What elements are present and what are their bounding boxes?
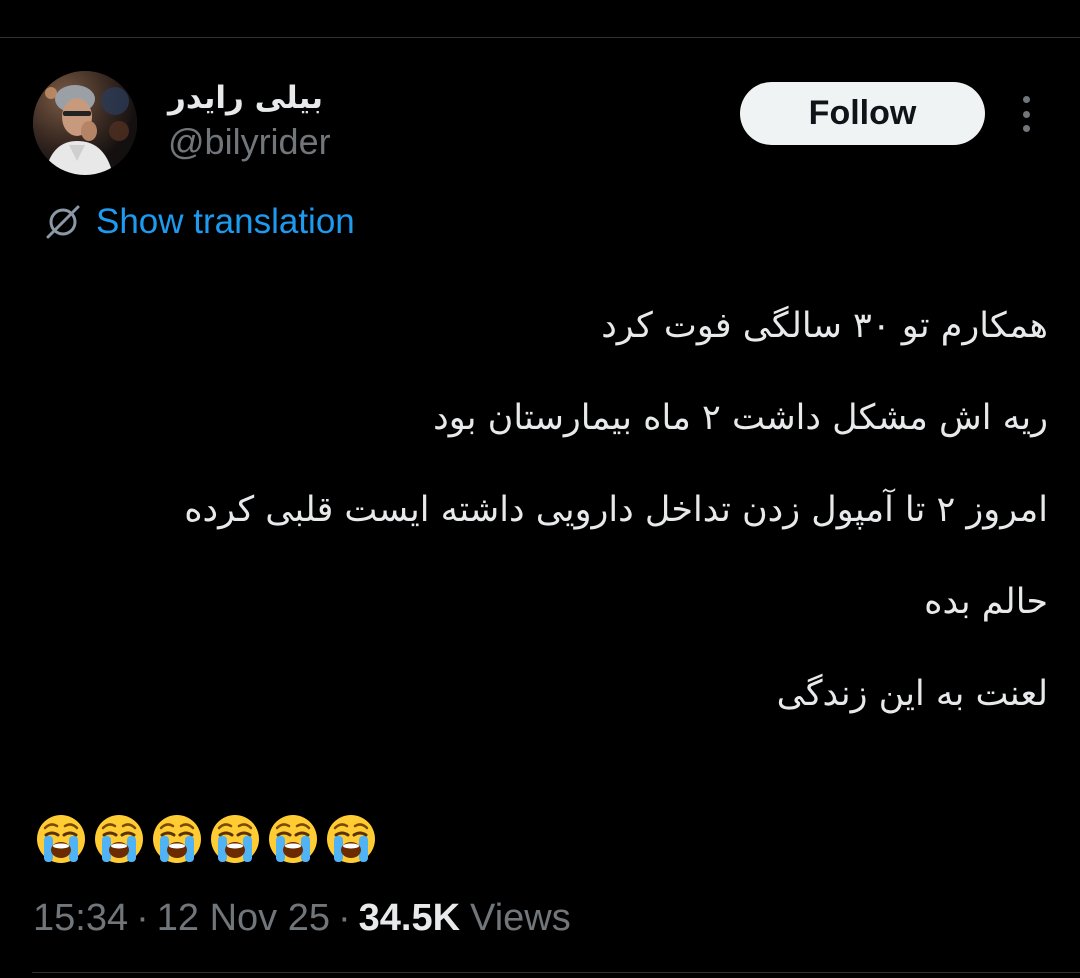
meta-separator: · (136, 896, 149, 939)
loudly-crying-face-icon (148, 808, 206, 870)
dot (1022, 110, 1030, 118)
loudly-crying-face-icon (322, 808, 380, 870)
follow-button[interactable]: Follow (740, 82, 985, 145)
more-vertical-icon[interactable] (1014, 96, 1038, 132)
meta-separator: · (337, 896, 351, 939)
avatar-photo (33, 71, 137, 175)
views-count[interactable]: 34.5K (359, 897, 460, 940)
tweet-text: همکارم تو ۳۰ سالگی فوت کرد ریه اش مشکل د… (90, 280, 1048, 740)
loudly-crying-face-icon (264, 808, 322, 870)
top-divider (0, 37, 1080, 38)
tweet-time[interactable]: 15:34 (33, 897, 128, 940)
tweet-line: همکارم تو ۳۰ سالگی فوت کرد (601, 306, 1048, 346)
show-translation-label[interactable]: Show translation (96, 202, 355, 242)
display-name[interactable]: بیلی رایدر (168, 78, 588, 118)
tweet-line: حالم بده (924, 582, 1048, 622)
show-translation-link[interactable]: Show translation (44, 200, 355, 244)
loudly-crying-face-icon (90, 808, 148, 870)
tweet-meta: 15:34 · 12 Nov 25 · 34.5K Views (33, 893, 571, 943)
tweet-line: امروز ۲ تا آمپول زدن تداخل دارویی داشته … (184, 490, 1048, 530)
views-label: Views (470, 896, 571, 939)
globe-slash-icon (44, 203, 82, 241)
avatar[interactable] (33, 71, 137, 175)
user-handle[interactable]: @bilyrider (168, 120, 588, 164)
user-block: بیلی رایدر @bilyrider (168, 78, 588, 164)
tweet-line: لعنت به این زندگی (776, 674, 1048, 714)
bottom-divider (32, 972, 1080, 973)
tweet-line: ریه اش مشکل داشت ۲ ماه بیمارستان بود (433, 398, 1048, 438)
dot (1022, 125, 1030, 132)
tweet-date[interactable]: 12 Nov 25 (157, 897, 330, 940)
loudly-crying-face-icon (32, 808, 90, 870)
emoji-row (32, 808, 380, 870)
dot (1022, 96, 1030, 103)
loudly-crying-face-icon (206, 808, 264, 870)
